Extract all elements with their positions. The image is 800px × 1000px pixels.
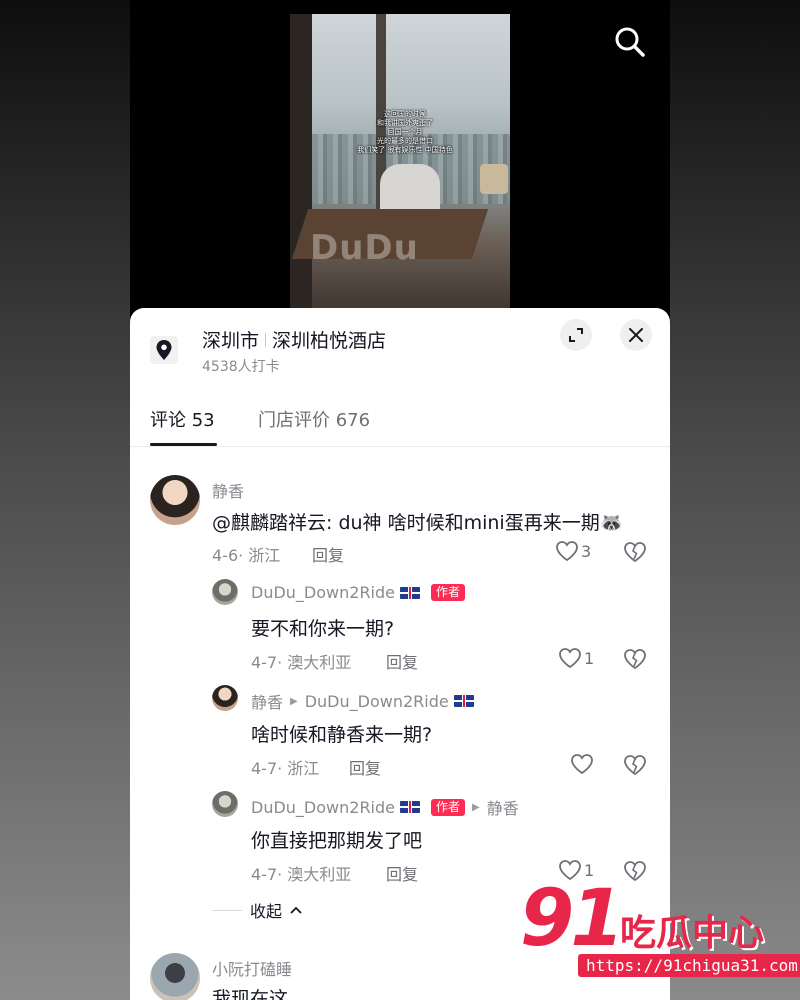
phone-screen: 这回国的时候 和我讲国外爽歪了 回国一个月 光的最多的是借口 我们笑了 很有娱乐… bbox=[130, 0, 670, 1000]
video-window-frame bbox=[290, 14, 312, 314]
expand-button[interactable] bbox=[560, 319, 592, 351]
site-logo-url: https://91chigua31.com bbox=[578, 954, 800, 977]
username-text: DuDu_Down2Ride bbox=[251, 583, 395, 602]
collapse-label: 收起 bbox=[250, 902, 283, 921]
reply-button[interactable]: 回复 bbox=[386, 861, 418, 885]
close-button[interactable] bbox=[620, 319, 652, 351]
like-count: 3 bbox=[581, 541, 592, 561]
location-title[interactable]: 深圳市 深圳柏悦酒店 bbox=[202, 326, 386, 353]
expand-icon bbox=[569, 328, 583, 342]
heart-icon bbox=[559, 648, 581, 669]
uk-flag-icon bbox=[400, 586, 420, 599]
comment-text: 你直接把那期发了吧 bbox=[251, 830, 423, 852]
location-checkins: 4538人打卡 bbox=[202, 359, 280, 375]
tab-comments[interactable]: 评论 53 bbox=[150, 406, 215, 432]
video-player[interactable]: 这回国的时候 和我讲国外爽歪了 回国一个月 光的最多的是借口 我们笑了 很有娱乐… bbox=[290, 14, 510, 314]
like-count: 1 bbox=[584, 648, 595, 668]
like-button[interactable] bbox=[570, 753, 596, 775]
video-caption-line: 这回国的时候 bbox=[384, 110, 426, 118]
reply-button[interactable]: 回复 bbox=[386, 649, 418, 673]
comment-username[interactable]: DuDu_Down2Ride 作者 ▶ 静香 bbox=[251, 795, 519, 819]
search-icon bbox=[615, 27, 645, 57]
video-watermark: DuDu bbox=[310, 228, 419, 268]
comment-text: 我现在这 bbox=[212, 988, 289, 1000]
reply-button[interactable]: 回复 bbox=[312, 542, 344, 566]
comment-text: @麒麟踏祥云: du神 啥时候和mini蛋再来一期🦝 bbox=[212, 512, 624, 534]
video-caption-line: 光的最多的是借口 bbox=[377, 137, 433, 145]
video-caption: 这回国的时候 和我讲国外爽歪了 回国一个月 光的最多的是借口 我们笑了 很有娱乐… bbox=[330, 110, 480, 155]
comment-username[interactable]: 小阮打磕睡 bbox=[212, 956, 292, 980]
like-button[interactable]: 1 bbox=[558, 647, 594, 669]
dislike-button[interactable] bbox=[623, 541, 647, 567]
location-place: 深圳柏悦酒店 bbox=[272, 330, 387, 352]
comment-text: 要不和你来一期? bbox=[251, 618, 395, 640]
uk-flag-icon bbox=[453, 695, 474, 707]
comment-meta: 4-7· 澳大利亚 bbox=[251, 653, 352, 672]
video-caption-line: 和我讲国外爽歪了 bbox=[377, 119, 433, 127]
broken-heart-icon bbox=[624, 861, 646, 882]
heart-icon bbox=[556, 541, 578, 562]
dislike-button[interactable] bbox=[623, 648, 647, 674]
reply-to-username: 静香 bbox=[486, 799, 519, 818]
search-button[interactable] bbox=[610, 22, 650, 62]
reply-to-username: DuDu_Down2Ride bbox=[304, 691, 449, 711]
background-right bbox=[670, 0, 800, 1000]
background-left bbox=[0, 0, 130, 1000]
collapse-divider bbox=[212, 909, 242, 911]
tab-active-indicator bbox=[150, 443, 217, 446]
author-badge: 作者 bbox=[431, 798, 466, 816]
broken-heart-icon bbox=[624, 649, 646, 670]
avatar[interactable] bbox=[212, 579, 238, 605]
comment-meta: 4-7· 澳大利亚 bbox=[251, 865, 352, 884]
comment-username[interactable]: 静香 bbox=[212, 478, 244, 502]
avatar[interactable] bbox=[150, 953, 200, 1000]
comment-meta: 4-7· 浙江 bbox=[251, 759, 320, 778]
site-logo-name: 吃瓜中心 bbox=[620, 913, 765, 954]
comment-text: 啥时候和静香来一期? bbox=[251, 724, 433, 746]
dislike-button[interactable] bbox=[623, 754, 647, 780]
video-caption-line: 我们笑了 很有娱乐性 中国持色 bbox=[357, 146, 453, 154]
location-separator bbox=[265, 332, 267, 347]
comment-username[interactable]: DuDu_Down2Ride 作者 bbox=[251, 583, 466, 602]
collapse-replies-button[interactable]: 收起 bbox=[212, 898, 302, 922]
avatar[interactable] bbox=[212, 791, 238, 817]
heart-icon bbox=[571, 754, 593, 775]
comment-meta: 4-6· 浙江 bbox=[212, 546, 281, 565]
username-text: DuDu_Down2Ride bbox=[251, 797, 395, 817]
close-icon bbox=[629, 328, 643, 342]
username-text: 静香 bbox=[251, 693, 284, 712]
video-lamp bbox=[480, 164, 508, 194]
tab-bar: 评论 53 门店评价 676 bbox=[130, 402, 670, 447]
like-button[interactable]: 3 bbox=[555, 540, 591, 562]
reply-button[interactable]: 回复 bbox=[349, 755, 381, 779]
site-watermark-logo: 91 吃瓜中心 https://91chigua31.com bbox=[520, 874, 800, 980]
avatar[interactable] bbox=[150, 475, 200, 525]
location-icon bbox=[150, 336, 178, 364]
comment-username[interactable]: 静香 ▶ DuDu_Down2Ride bbox=[251, 689, 474, 713]
broken-heart-icon bbox=[624, 755, 646, 776]
uk-flag-icon bbox=[400, 801, 420, 813]
reply-arrow-icon: ▶ bbox=[290, 695, 298, 707]
location-city: 深圳市 bbox=[202, 330, 260, 352]
video-caption-line: 回国一个月 bbox=[387, 128, 423, 136]
site-logo-number: 91 bbox=[520, 874, 625, 964]
author-badge: 作者 bbox=[431, 584, 466, 601]
tab-store-reviews[interactable]: 门店评价 676 bbox=[258, 406, 370, 432]
reply-arrow-icon: ▶ bbox=[472, 801, 480, 813]
avatar[interactable] bbox=[212, 685, 238, 711]
broken-heart-icon bbox=[624, 542, 646, 563]
chevron-up-icon bbox=[290, 906, 302, 914]
